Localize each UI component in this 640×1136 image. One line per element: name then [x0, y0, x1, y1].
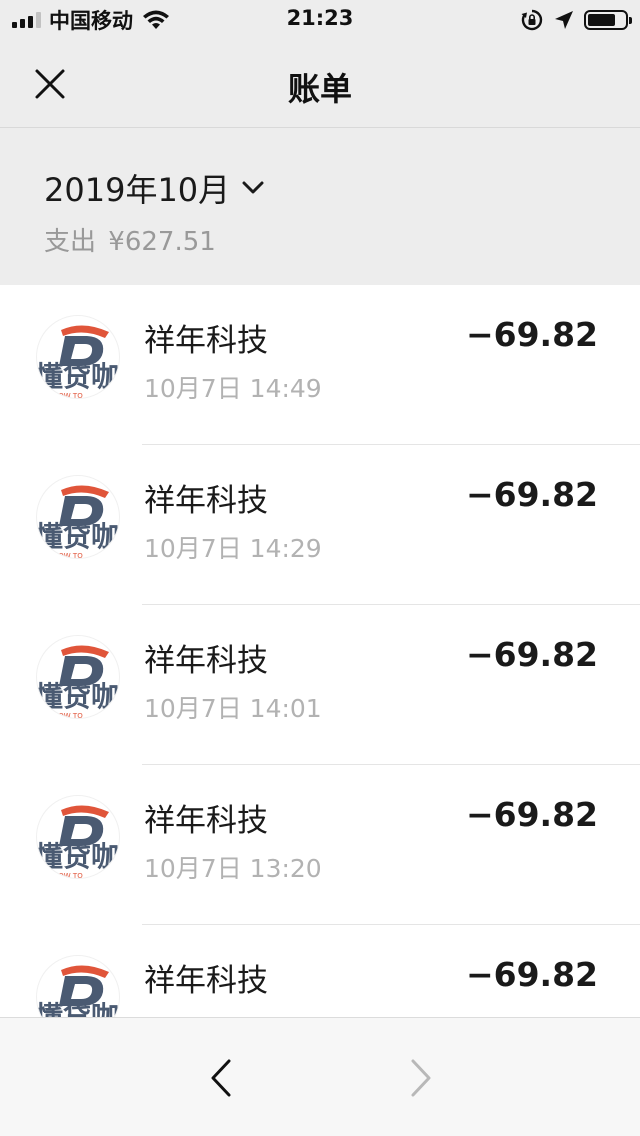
svg-text:HOW TO: HOW TO — [53, 872, 83, 879]
list-item[interactable]: 懂贷咖 HOW TO 祥年科技 10月7日 14:49 −69.82 — [0, 285, 640, 445]
transaction-time: 10月7日 14:01 — [144, 694, 322, 723]
merchant-logo: 懂贷咖 HOW TO — [36, 955, 120, 1017]
svg-text:懂贷咖: 懂贷咖 — [37, 520, 119, 553]
merchant-logo: 懂贷咖 HOW TO — [36, 315, 120, 399]
transaction-time: 10月7日 14:29 — [144, 534, 322, 563]
merchant-name: 祥年科技 — [144, 803, 268, 839]
merchant-logo: 懂贷咖 HOW TO — [36, 635, 120, 719]
status-right — [520, 7, 632, 33]
chevron-left-icon — [211, 1059, 231, 1097]
list-item[interactable]: 懂贷咖 HOW TO 祥年科技 10月7日 13:20 −69.82 — [0, 765, 640, 925]
svg-text:HOW TO: HOW TO — [53, 392, 83, 399]
svg-text:懂贷咖: 懂贷咖 — [37, 840, 119, 873]
merchant-name: 祥年科技 — [144, 963, 268, 999]
transaction-time: 10月7日 13:14 — [144, 1009, 322, 1017]
merchant-logo: 懂贷咖 HOW TO — [36, 795, 120, 879]
chevron-right-icon — [411, 1059, 431, 1097]
month-selector[interactable]: 2019年10月 — [44, 165, 266, 211]
merchant-logo: 懂贷咖 HOW TO — [36, 475, 120, 559]
svg-text:懂贷咖: 懂贷咖 — [37, 1000, 119, 1017]
expense-total: 支出 ¥627.51 — [44, 221, 220, 258]
transaction-list[interactable]: 懂贷咖 HOW TO 祥年科技 10月7日 14:49 −69.82 懂贷咖 H… — [0, 285, 640, 1017]
rotation-lock-icon — [521, 9, 543, 31]
transaction-amount: −69.82 — [465, 635, 598, 674]
svg-text:懂贷咖: 懂贷咖 — [37, 360, 119, 393]
svg-text:懂贷咖: 懂贷咖 — [37, 680, 119, 713]
svg-text:HOW TO: HOW TO — [53, 552, 83, 559]
page-title: 账单 — [287, 70, 352, 108]
battery-icon — [584, 10, 632, 30]
expense-amount: ¥627.51 — [108, 227, 216, 257]
back-button[interactable] — [192, 1048, 252, 1108]
merchant-name: 祥年科技 — [144, 643, 268, 679]
chevron-down-icon — [242, 181, 264, 194]
merchant-name: 祥年科技 — [144, 323, 268, 359]
merchant-name: 祥年科技 — [144, 483, 268, 519]
bill-screen: 中国移动 21:23 账单 2019年10月 支出 ¥627.51 懂贷咖 HO… — [0, 0, 640, 1136]
month-summary: 2019年10月 支出 ¥627.51 — [0, 129, 640, 285]
status-bar: 中国移动 21:23 — [0, 0, 640, 40]
navigation-bar: 账单 — [0, 40, 640, 128]
transaction-amount: −69.82 — [465, 475, 598, 514]
list-item[interactable]: 懂贷咖 HOW TO 祥年科技 10月7日 14:29 −69.82 — [0, 445, 640, 605]
location-arrow-icon — [555, 11, 573, 29]
list-item[interactable]: 懂贷咖 HOW TO 祥年科技 10月7日 14:01 −69.82 — [0, 605, 640, 765]
transaction-time: 10月7日 13:20 — [144, 854, 322, 883]
bottom-toolbar — [0, 1017, 640, 1136]
transaction-amount: −69.82 — [465, 315, 598, 354]
expense-label: 支出 — [44, 227, 97, 257]
svg-text:HOW TO: HOW TO — [53, 712, 83, 719]
transaction-amount: −69.82 — [465, 955, 598, 994]
forward-button[interactable] — [390, 1048, 450, 1108]
transaction-amount: −69.82 — [465, 795, 598, 834]
list-item[interactable]: 懂贷咖 HOW TO 祥年科技 10月7日 13:14 −69.82 — [0, 925, 640, 1017]
transaction-time: 10月7日 14:49 — [144, 374, 322, 403]
month-label: 2019年10月 — [44, 171, 231, 209]
